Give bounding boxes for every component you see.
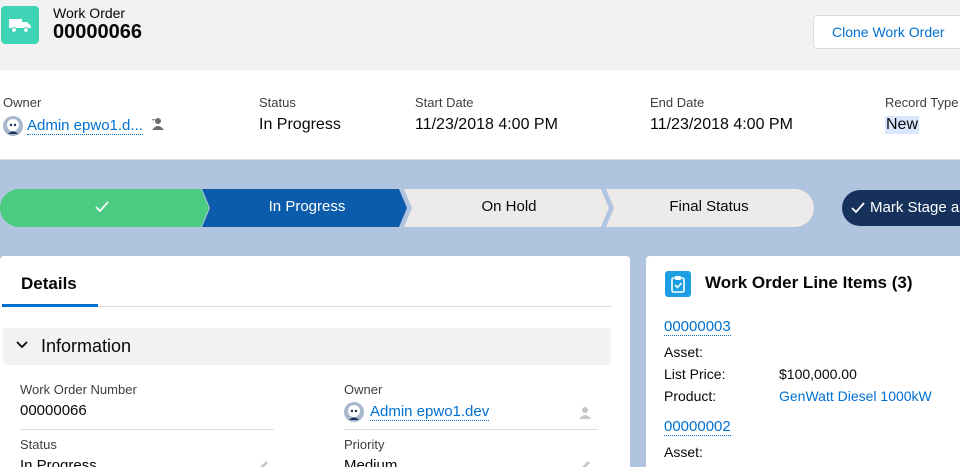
change-owner-icon[interactable] xyxy=(578,406,592,423)
object-type-label: Work Order xyxy=(53,5,126,21)
change-owner-icon[interactable] xyxy=(151,117,165,136)
status-field-value: In Progress xyxy=(20,457,97,467)
active-tab-indicator xyxy=(2,304,98,307)
start-date-label: Start Date xyxy=(415,95,474,110)
list-price-value: $100,000.00 xyxy=(779,366,857,382)
end-date-value: 11/23/2018 4:00 PM xyxy=(650,116,793,133)
clipboard-icon xyxy=(665,271,691,297)
van-icon xyxy=(1,6,39,44)
owner-field-link[interactable]: Admin epwo1.dev xyxy=(370,403,490,421)
path-stage-1[interactable] xyxy=(0,188,209,226)
chevron-down-icon xyxy=(16,341,28,349)
field-owner: Owner Admin epwo1.dev xyxy=(344,382,490,422)
work-order-number-value: 00000066 xyxy=(20,402,87,419)
status-value: In Progress xyxy=(259,116,341,133)
status-field-label: Status xyxy=(20,437,57,452)
record-type-label: Record Type xyxy=(885,95,959,110)
asset-label: Asset: xyxy=(664,344,703,360)
check-icon xyxy=(95,201,109,213)
owner-link[interactable]: Admin epwo1.d... xyxy=(27,117,143,135)
pencil-icon[interactable] xyxy=(580,459,592,467)
path-stage-in-progress[interactable]: In Progress xyxy=(209,188,405,226)
field-divider xyxy=(344,429,598,430)
avatar xyxy=(3,116,23,136)
priority-field-label: Priority xyxy=(344,437,385,452)
status-label: Status xyxy=(259,95,296,110)
section-information-header[interactable]: Information xyxy=(3,328,611,365)
path-bar: In Progress On Hold Final Status xyxy=(0,188,960,228)
work-order-number-label: Work Order Number xyxy=(20,382,137,397)
mark-stage-complete-button[interactable]: Mark Stage as Complete xyxy=(842,190,960,226)
path-stage-on-hold-label[interactable]: On Hold xyxy=(411,188,607,226)
highlight-start-date: Start Date 11/23/2018 4:00 PM xyxy=(415,95,558,134)
path-stage-final-status-label[interactable]: Final Status xyxy=(613,188,805,226)
section-title: Information xyxy=(41,336,132,356)
record-type-value: New xyxy=(885,116,920,134)
details-card: Details Information Work Order Number 00… xyxy=(0,256,630,467)
record-title: 00000066 xyxy=(53,21,142,43)
line-items-title[interactable]: Work Order Line Items (3) xyxy=(705,273,913,293)
record-header: Work Order 00000066 Clone Work Order xyxy=(0,0,960,70)
line-item-number-link[interactable]: 00000003 xyxy=(664,318,731,336)
list-price-label: List Price: xyxy=(664,366,726,382)
product-label: Product: xyxy=(664,388,717,404)
highlight-status: Status In Progress xyxy=(259,95,341,134)
line-items-card: Work Order Line Items (3) 00000003 Asset… xyxy=(646,256,960,467)
owner-label: Owner xyxy=(3,95,42,110)
avatar xyxy=(344,402,364,422)
field-divider xyxy=(20,429,274,430)
highlights-panel: Owner Admin epwo1.d... Status In Progres… xyxy=(0,70,960,160)
start-date-value: 11/23/2018 4:00 PM xyxy=(415,116,558,133)
asset-label: Asset: xyxy=(664,444,703,460)
product-link[interactable]: GenWatt Diesel 1000kW xyxy=(779,388,932,404)
field-priority: Priority Medium xyxy=(344,437,397,467)
highlight-end-date: End Date 11/23/2018 4:00 PM xyxy=(650,95,793,134)
clone-work-order-button[interactable]: Clone Work Order xyxy=(813,15,960,49)
highlight-owner: Owner Admin epwo1.d... xyxy=(3,95,165,136)
owner-field-label: Owner xyxy=(344,382,383,397)
mark-stage-label: Mark Stage as Complete xyxy=(870,199,960,216)
end-date-label: End Date xyxy=(650,95,705,110)
tab-details[interactable]: Details xyxy=(21,274,77,294)
field-work-order-number: Work Order Number 00000066 xyxy=(20,382,137,419)
field-status: Status In Progress xyxy=(20,437,97,467)
line-item-number-link[interactable]: 00000002 xyxy=(664,418,731,436)
check-icon xyxy=(851,202,865,214)
highlight-record-type: Record Type New xyxy=(885,95,960,134)
priority-field-value: Medium xyxy=(344,457,398,467)
pencil-icon[interactable] xyxy=(258,459,270,467)
